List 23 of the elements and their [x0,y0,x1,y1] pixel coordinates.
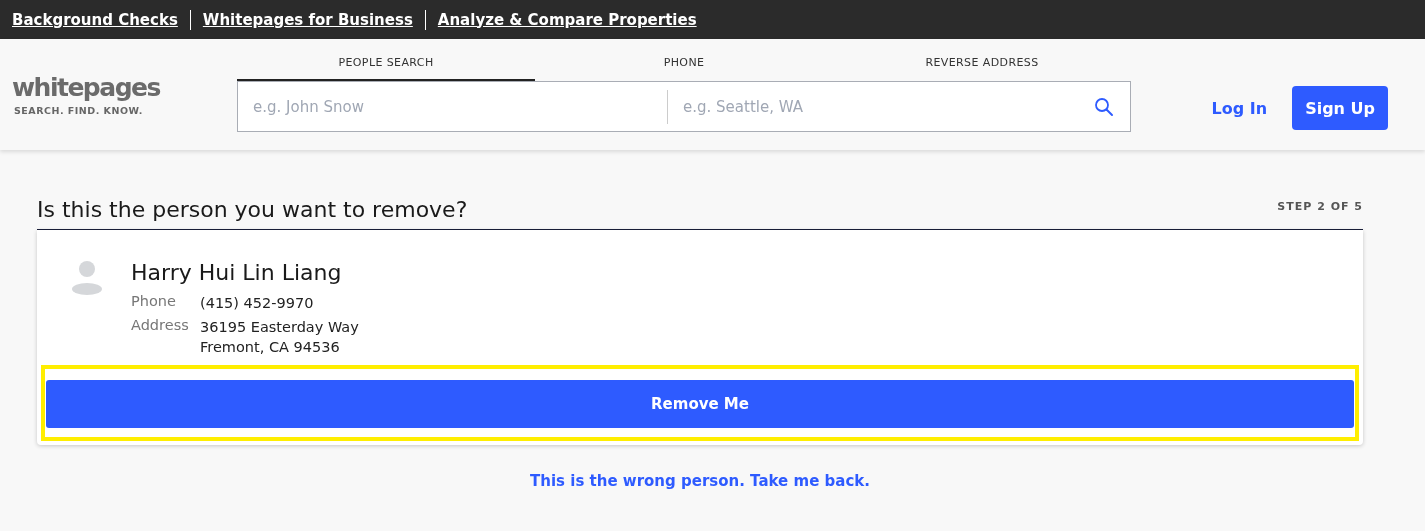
top-nav-link[interactable]: Background Checks [12,10,178,29]
person-name: Harry Hui Lin Liang [131,260,343,285]
detail-label: Address [131,317,190,335]
top-nav-link[interactable]: Whitepages for Business [202,10,413,29]
back-link[interactable]: This is the wrong person. Take me back. [530,472,870,490]
person-avatar-icon [71,260,103,295]
login-link[interactable]: Log In [1210,98,1269,118]
detail-value: 36195 Easterday Way [200,318,359,337]
step-indicator: STEP 2 OF 5 [1277,200,1363,213]
search-tab[interactable]: REVERSE ADDRESS [833,39,1131,81]
location-search-field[interactable]: e.g. Seattle, WA [668,81,1090,132]
logo-wordmark[interactable]: whitepages [12,75,237,101]
remove-me-button[interactable]: Remove Me [46,380,1354,428]
detail-value: Fremont, CA 94536 [200,338,341,357]
top-nav-link[interactable]: Analyze & Compare Properties [437,10,697,29]
detail-label: Phone [131,293,177,311]
search-tab[interactable]: PHONE [535,39,833,81]
signup-button[interactable]: Sign Up [1292,86,1388,130]
logo-tagline: SEARCH. FIND. KNOW. [14,105,144,116]
search-icon[interactable] [1094,96,1114,117]
name-search-field[interactable]: e.g. John Snow [237,81,667,132]
page-heading: Is this the person you want to remove? [37,197,468,222]
detail-value: (415) 452-9970 [200,294,315,313]
